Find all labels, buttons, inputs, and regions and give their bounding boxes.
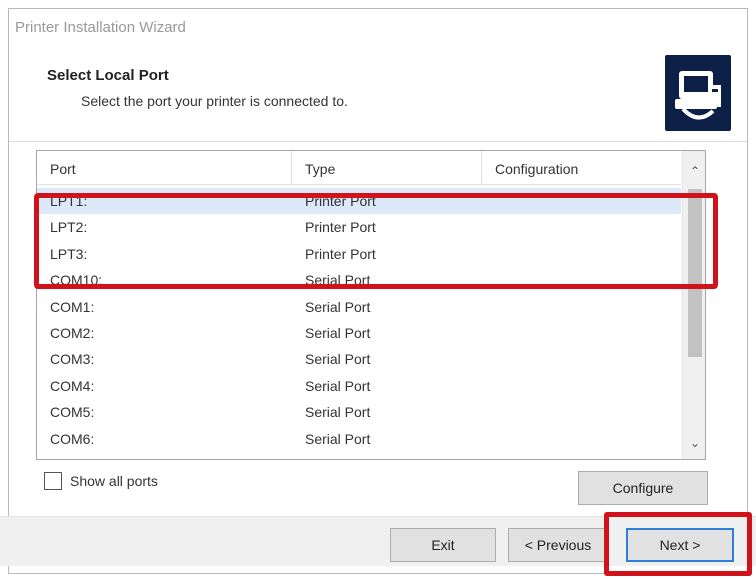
show-all-ports-label[interactable]: Show all ports <box>70 473 158 489</box>
exit-button[interactable]: Exit <box>390 528 496 562</box>
port-type-cell: Serial Port <box>305 324 371 341</box>
port-name-cell: COM5: <box>50 404 95 421</box>
port-config-cell <box>482 399 681 425</box>
configure-button[interactable]: Configure <box>578 471 708 505</box>
port-row[interactable]: COM5: Serial Port <box>37 399 681 425</box>
column-header-port[interactable]: Port <box>37 151 292 185</box>
port-type-cell: Serial Port <box>305 351 371 368</box>
port-name-cell: COM2: <box>50 324 95 341</box>
port-name-cell: COM4: <box>50 377 95 394</box>
scroll-down-icon[interactable]: ⌄ <box>683 431 705 455</box>
window-title: Printer Installation Wizard <box>15 19 186 36</box>
column-header-type[interactable]: Type <box>292 151 482 185</box>
port-row[interactable]: COM3: Serial Port <box>37 346 681 372</box>
port-list-header: Port Type Configuration <box>37 151 681 185</box>
port-type-cell: Serial Port <box>305 404 371 421</box>
port-type-cell: Serial Port <box>305 298 371 315</box>
show-all-ports-option[interactable]: Show all ports <box>44 472 158 490</box>
page-subheading: Select the port your printer is connecte… <box>81 93 348 109</box>
port-config-cell <box>482 373 681 399</box>
port-row[interactable]: COM6: Serial Port <box>37 426 681 452</box>
column-header-configuration[interactable]: Configuration <box>482 151 681 185</box>
scroll-up-icon[interactable]: ⌃ <box>683 159 705 183</box>
port-type-cell: Serial Port <box>305 377 371 394</box>
show-all-ports-checkbox[interactable] <box>44 472 62 490</box>
port-config-cell <box>482 426 681 452</box>
printer-wizard-icon <box>665 55 731 131</box>
port-type-cell: Serial Port <box>305 430 371 447</box>
next-button-highlight <box>604 512 752 576</box>
port-config-cell <box>482 294 681 320</box>
port-name-cell: COM3: <box>50 351 95 368</box>
port-name-cell: COM1: <box>50 298 95 315</box>
previous-button[interactable]: < Previous <box>508 528 608 562</box>
port-row[interactable]: COM2: Serial Port <box>37 320 681 346</box>
header-divider <box>9 141 747 142</box>
port-row[interactable]: COM1: Serial Port <box>37 294 681 320</box>
lpt-ports-highlight <box>34 193 718 289</box>
port-name-cell: COM6: <box>50 430 95 447</box>
port-config-cell <box>482 346 681 372</box>
port-row[interactable]: COM4: Serial Port <box>37 373 681 399</box>
port-config-cell <box>482 320 681 346</box>
page-heading: Select Local Port <box>47 67 169 84</box>
